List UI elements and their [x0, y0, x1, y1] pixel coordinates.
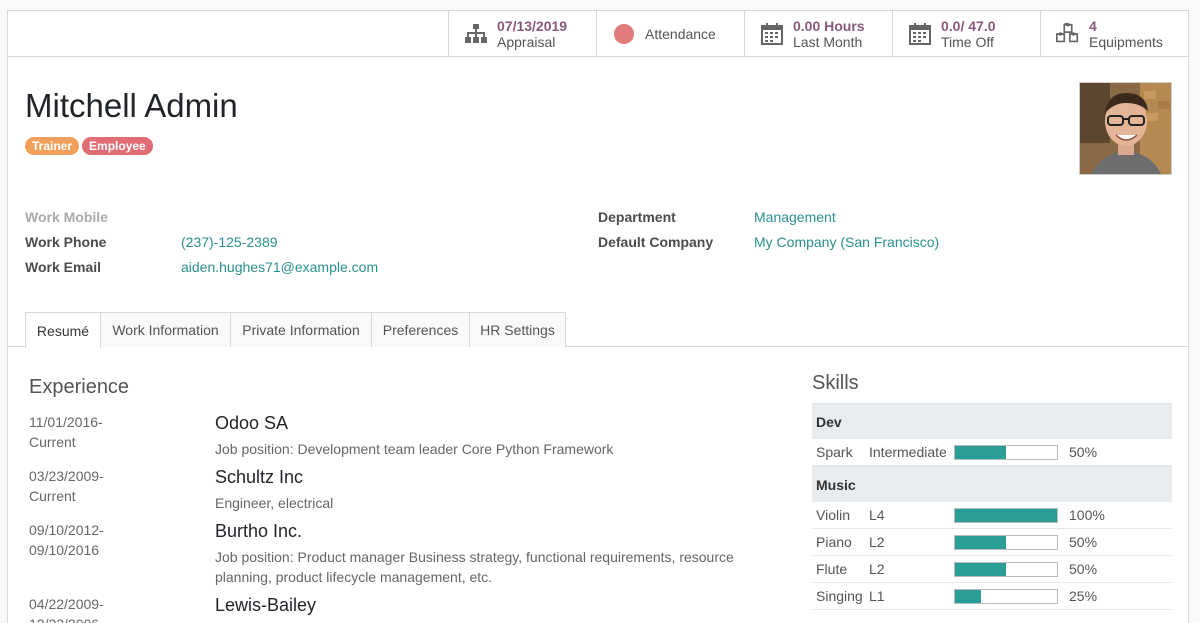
hours-label: Last Month [793, 33, 863, 50]
employee-tags: Trainer Employee [25, 137, 153, 155]
tab-private-information[interactable]: Private Information [230, 312, 372, 347]
resume-line-dates: 11/01/2016- Current [29, 414, 103, 450]
attendance-label: Attendance [645, 25, 716, 42]
department-value[interactable]: Management [754, 209, 836, 225]
attendance-button[interactable]: Attendance [596, 11, 744, 56]
skill-level: L1 [869, 588, 885, 604]
cubes-icon [1055, 21, 1081, 47]
skill-progress-bar [954, 589, 1058, 604]
skill-percent: 50% [1069, 534, 1098, 550]
appraisal-label: Appraisal [497, 33, 556, 50]
employee-form-sheet: 07/13/2019 Appraisal Attendance 0.00 Hou… [7, 10, 1189, 623]
skill-group-music: Music [812, 466, 1172, 502]
skills-heading: Skills [812, 372, 859, 394]
default-company-label: Default Company [598, 234, 714, 250]
work-email-label: Work Email [25, 259, 101, 275]
calendar-icon [907, 21, 933, 47]
experience-heading: Experience [29, 376, 130, 398]
tag-trainer[interactable]: Trainer [25, 137, 80, 155]
skill-name: Singing [816, 588, 863, 604]
resume-line-company[interactable]: Lewis-Bailey [215, 595, 316, 616]
skill-percent: 25% [1069, 588, 1098, 604]
skill-name: Piano [816, 534, 852, 550]
skill-percent: 50% [1069, 444, 1098, 460]
skill-progress-bar [954, 562, 1058, 577]
notebook-tabs: Resumé Work Information Private Informat… [8, 312, 1188, 348]
skill-progress-bar [954, 445, 1058, 460]
hours-last-month-button[interactable]: 0.00 Hours Last Month [744, 11, 892, 56]
resume-line-description: Job position: Development team leader Co… [215, 441, 614, 457]
status-dot-icon [611, 21, 637, 47]
work-phone-value[interactable]: (237)-125-2389 [181, 234, 278, 250]
time-off-value: 0.0/ 47.0 [941, 17, 996, 34]
skill-name: Violin [816, 507, 850, 523]
default-company-value[interactable]: My Company (San Francisco) [754, 234, 939, 250]
skill-group-dev: Dev [812, 403, 1172, 439]
employee-name[interactable]: Mitchell Admin [25, 87, 238, 125]
skill-percent: 50% [1069, 561, 1098, 577]
resume-line-dates: 09/10/2012- 09/10/2016 [29, 522, 104, 558]
skill-row[interactable]: Singing L1 25% [812, 583, 1172, 610]
skill-level: L2 [869, 534, 885, 550]
tag-employee[interactable]: Employee [82, 137, 153, 155]
department-label: Department [598, 209, 676, 225]
equipments-count: 4 [1089, 17, 1097, 34]
skill-level: Intermediate [869, 444, 947, 460]
skill-row[interactable]: Spark Intermediate 50% [812, 439, 1172, 466]
time-off-label: Time Off [941, 33, 994, 50]
skill-percent: 100% [1069, 507, 1105, 523]
tab-resume[interactable]: Resumé [25, 312, 101, 348]
equipments-button[interactable]: 4 Equipments [1040, 11, 1188, 56]
hours-value: 0.00 Hours [793, 17, 865, 34]
work-email-value[interactable]: aiden.hughes71@example.com [181, 259, 378, 275]
skill-progress-bar [954, 535, 1058, 550]
appraisal-date: 07/13/2019 [497, 17, 568, 34]
employee-avatar[interactable] [1079, 82, 1172, 175]
resume-line-description: Engineer, electrical [215, 495, 334, 511]
skill-row[interactable]: Flute L2 50% [812, 556, 1172, 583]
resume-line-company[interactable]: Odoo SA [215, 413, 288, 434]
calendar-icon [759, 21, 785, 47]
resume-line-dates: 03/23/2009- Current [29, 468, 104, 504]
skill-name: Flute [816, 561, 848, 577]
tab-preferences[interactable]: Preferences [371, 312, 470, 347]
time-off-button[interactable]: 0.0/ 47.0 Time Off [892, 11, 1040, 56]
equipments-label: Equipments [1089, 33, 1163, 50]
skill-level: L2 [869, 561, 885, 577]
resume-line-description: Job position: Product manager Business s… [215, 549, 734, 585]
skill-row[interactable]: Piano L2 50% [812, 529, 1172, 556]
resume-line-company[interactable]: Burtho Inc. [215, 521, 302, 542]
sitemap-icon [463, 21, 489, 47]
skill-level: L4 [869, 507, 885, 523]
resume-line-company[interactable]: Schultz Inc [215, 467, 303, 488]
resume-line-dates: 04/22/2009- 12/22/2006 [29, 596, 104, 623]
skill-progress-bar [954, 508, 1058, 523]
tab-hr-settings[interactable]: HR Settings [469, 312, 566, 347]
work-mobile-label: Work Mobile [25, 209, 108, 225]
stat-button-box: 07/13/2019 Appraisal Attendance 0.00 Hou… [8, 11, 1188, 57]
work-phone-label: Work Phone [25, 234, 107, 250]
skill-name: Spark [816, 444, 853, 460]
skill-row[interactable]: Violin L4 100% [812, 502, 1172, 529]
tab-work-information[interactable]: Work Information [100, 312, 231, 347]
appraisal-button[interactable]: 07/13/2019 Appraisal [448, 11, 596, 56]
